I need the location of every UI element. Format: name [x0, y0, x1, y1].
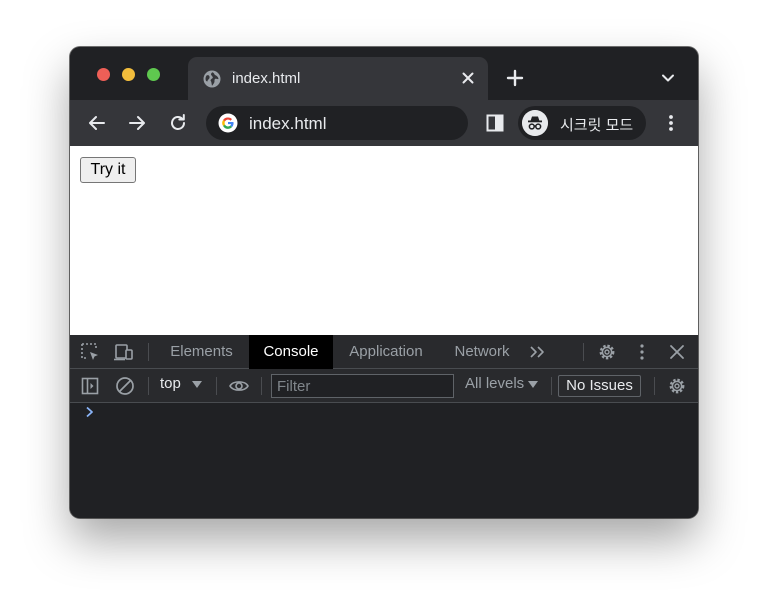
context-caret-icon — [192, 381, 202, 388]
close-icon[interactable] — [666, 341, 688, 363]
browser-window: index.html index.html 시크릿 모드 Try it Elem… — [70, 47, 698, 518]
try-it-button[interactable]: Try it — [80, 157, 136, 183]
browser-toolbar: index.html 시크릿 모드 — [70, 100, 698, 146]
context-selector[interactable]: top — [160, 375, 181, 392]
page-viewport: Try it — [70, 146, 698, 335]
tab-elements[interactable]: Elements — [162, 335, 241, 369]
tab-network[interactable]: Network — [448, 335, 516, 369]
address-bar[interactable]: index.html — [206, 106, 468, 140]
tab-title: index.html — [232, 70, 301, 87]
separator — [148, 343, 149, 361]
separator — [654, 377, 655, 395]
console-toolbar: top All levels No Issues — [70, 369, 698, 403]
clear-icon[interactable] — [114, 375, 136, 397]
minimize-window-button[interactable] — [122, 68, 135, 81]
more-tabs-icon[interactable] — [527, 341, 549, 363]
tab-application[interactable]: Application — [340, 335, 432, 369]
forward-icon[interactable] — [126, 112, 148, 134]
separator — [148, 377, 149, 395]
devtools-tab-bar: Elements Console Application Network — [70, 335, 698, 369]
zoom-window-button[interactable] — [147, 68, 160, 81]
inspect-icon[interactable] — [79, 341, 101, 363]
separator — [216, 377, 217, 395]
sidebar-icon[interactable] — [79, 375, 101, 397]
devtools-panel: Elements Console Application Network top… — [70, 335, 698, 518]
side-panel-icon[interactable] — [484, 112, 506, 134]
google-icon — [218, 113, 238, 133]
tab-console[interactable]: Console — [249, 335, 333, 369]
chevron-down-icon[interactable] — [660, 70, 676, 86]
back-icon[interactable] — [86, 112, 108, 134]
reload-icon[interactable] — [167, 112, 189, 134]
incognito-profile-chip[interactable]: 시크릿 모드 — [518, 106, 646, 140]
console-output[interactable] — [70, 403, 698, 518]
close-window-button[interactable] — [97, 68, 110, 81]
levels-caret-icon — [528, 381, 538, 388]
incognito-icon — [522, 110, 548, 136]
more-options-icon[interactable] — [631, 341, 653, 363]
console-filter-input[interactable] — [271, 374, 454, 398]
tab-strip: index.html — [70, 47, 698, 100]
separator — [261, 377, 262, 395]
log-levels-dropdown[interactable]: All levels — [465, 375, 524, 392]
issues-button[interactable]: No Issues — [558, 375, 641, 397]
url-text: index.html — [249, 114, 327, 133]
close-tab-icon[interactable] — [458, 68, 478, 88]
console-prompt-icon — [86, 406, 93, 418]
settings-icon[interactable] — [596, 341, 618, 363]
new-tab-icon[interactable] — [505, 68, 525, 88]
separator — [583, 343, 584, 361]
console-settings-icon[interactable] — [666, 375, 688, 397]
eye-icon[interactable] — [228, 375, 250, 397]
menu-icon[interactable] — [660, 112, 682, 134]
globe-icon — [203, 70, 221, 88]
device-toolbar-icon[interactable] — [113, 341, 135, 363]
browser-tab[interactable]: index.html — [188, 57, 488, 100]
separator — [551, 377, 552, 395]
incognito-label: 시크릿 모드 — [560, 117, 634, 134]
